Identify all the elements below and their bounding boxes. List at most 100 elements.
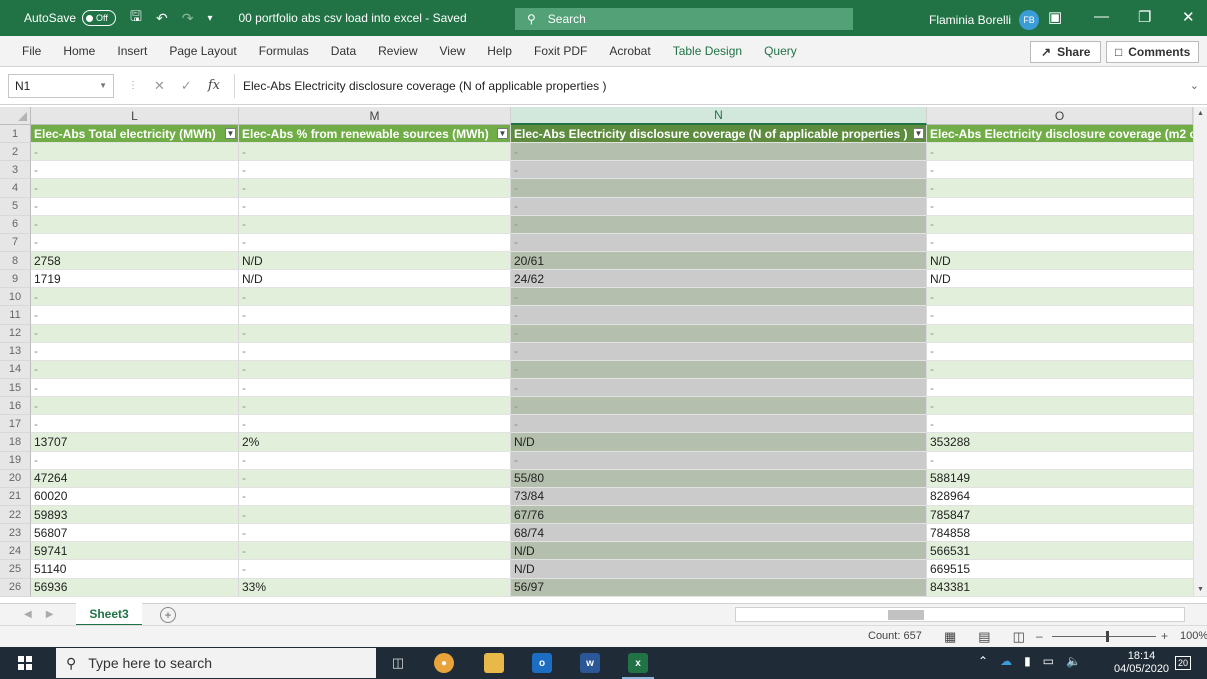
cell-n[interactable]: N/D [511,542,927,561]
word-icon[interactable]: w [580,653,600,673]
cell-o[interactable]: - [927,324,1207,343]
row-number[interactable]: 1 [0,125,31,144]
cell-l[interactable]: 60020 [31,487,239,506]
cell-m[interactable]: - [239,451,511,470]
tab-help[interactable]: Help [476,44,523,58]
cell-m[interactable]: N/D [239,270,511,289]
chrome-icon[interactable]: ● [434,653,454,673]
cell-o[interactable]: 588149 [927,469,1207,488]
cell-l[interactable]: - [31,378,239,398]
network-icon[interactable]: ▭ [1043,654,1054,668]
cell-m[interactable]: - [239,306,511,325]
cell-m[interactable]: 2% [239,433,511,452]
taskbar-search[interactable]: ⚲ Type here to search [56,648,376,678]
cell-o[interactable]: - [927,215,1207,234]
cell-l[interactable]: - [31,143,239,162]
cell-n[interactable]: 20/61 [511,251,927,271]
cell-m[interactable]: - [239,378,511,398]
column-header-l[interactable]: L [31,107,239,125]
row-number[interactable]: 22 [0,505,31,525]
cell-l[interactable]: 56936 [31,578,239,597]
cell-l[interactable]: 2758 [31,251,239,271]
cell-m[interactable]: - [239,542,511,561]
cell-m[interactable]: - [239,288,511,307]
ribbon-display-icon[interactable]: ▣ [1048,8,1062,26]
chevron-down-icon[interactable]: ▼ [99,81,107,90]
cell-m[interactable]: - [239,342,511,361]
column-header-n[interactable]: N [511,107,927,125]
save-icon[interactable]: 🖫 [130,6,142,30]
cell-o[interactable]: 353288 [927,433,1207,452]
row-number[interactable]: 13 [0,342,31,361]
row-number[interactable]: 14 [0,360,31,379]
column-header-m[interactable]: M [239,107,511,125]
cell-l[interactable]: - [31,451,239,470]
cell-l[interactable]: - [31,415,239,434]
cell-n[interactable]: 24/62 [511,270,927,289]
cell-l[interactable]: - [31,397,239,416]
cell-o[interactable]: - [927,161,1207,180]
scroll-up-icon[interactable]: ▲ [1197,110,1204,117]
row-number[interactable]: 23 [0,524,31,543]
row-number[interactable]: 2 [0,143,31,162]
share-button[interactable]: ↗ Share [1030,41,1102,63]
cell-o[interactable]: N/D [927,251,1207,271]
cell-m[interactable]: - [239,560,511,579]
cell-o[interactable]: N/D [927,270,1207,289]
cell-o[interactable]: 566531 [927,542,1207,561]
outlook-icon[interactable]: o [532,653,552,673]
minimize-icon[interactable]: — [1094,8,1109,25]
chevron-up-icon[interactable]: ⌃ [978,654,988,668]
row-number[interactable]: 9 [0,270,31,289]
cell-m[interactable]: - [239,360,511,379]
cell-l[interactable]: 13707 [31,433,239,452]
cell-l[interactable]: - [31,360,239,379]
cell-m[interactable]: - [239,143,511,162]
table-header-cell[interactable]: Elec-Abs % from renewable sources (MWh) ▼ [239,125,511,144]
row-number[interactable]: 25 [0,560,31,579]
row-number[interactable]: 4 [0,179,31,198]
cell-o[interactable]: - [927,360,1207,379]
cell-o[interactable]: - [927,288,1207,307]
restore-icon[interactable]: ❐ [1138,8,1151,26]
cell-m[interactable]: - [239,415,511,434]
excel-icon[interactable]: x [622,653,654,679]
cell-l[interactable]: - [31,233,239,252]
cell-m[interactable]: - [239,179,511,198]
cell-l[interactable]: 56807 [31,524,239,543]
cell-o[interactable]: 669515 [927,560,1207,579]
vertical-scrollbar[interactable]: ▲ ▼ [1193,107,1207,596]
filter-dropdown-icon[interactable]: ▼ [497,128,508,140]
row-number[interactable]: 3 [0,161,31,180]
cell-n[interactable]: - [511,161,927,180]
customize-toolbar-icon[interactable]: ▾ [207,13,212,24]
toggle-switch[interactable]: Off [82,10,117,26]
cell-n[interactable]: 67/76 [511,505,927,525]
row-number[interactable]: 15 [0,378,31,398]
zoom-level[interactable]: 100% [1180,630,1207,642]
cell-l[interactable]: - [31,288,239,307]
cell-m[interactable]: - [239,233,511,252]
row-number[interactable]: 21 [0,487,31,506]
cell-l[interactable]: - [31,161,239,180]
zoom-out-icon[interactable]: – [1036,629,1043,643]
cell-n[interactable]: - [511,342,927,361]
insert-function-icon[interactable]: fx [208,78,220,93]
cell-m[interactable]: 33% [239,578,511,597]
page-break-view-icon[interactable]: ◫ [1013,629,1025,645]
table-header-cell[interactable]: Elec-Abs Electricity disclosure coverage… [927,125,1207,144]
cell-n[interactable]: - [511,179,927,198]
cell-l[interactable]: - [31,324,239,343]
table-header-cell[interactable]: Elec-Abs Total electricity (MWh) ▼ [31,125,239,144]
cell-l[interactable]: - [31,215,239,234]
cell-n[interactable]: 68/74 [511,524,927,543]
normal-view-icon[interactable]: ▦ [944,629,956,645]
battery-icon[interactable]: ▮ [1024,654,1031,668]
cell-o[interactable]: 784858 [927,524,1207,543]
cell-o[interactable]: - [927,451,1207,470]
scroll-thumb[interactable] [888,610,924,620]
select-all-corner[interactable] [0,107,31,125]
cell-l[interactable]: 51140 [31,560,239,579]
cell-o[interactable]: - [927,397,1207,416]
row-number[interactable]: 20 [0,469,31,488]
